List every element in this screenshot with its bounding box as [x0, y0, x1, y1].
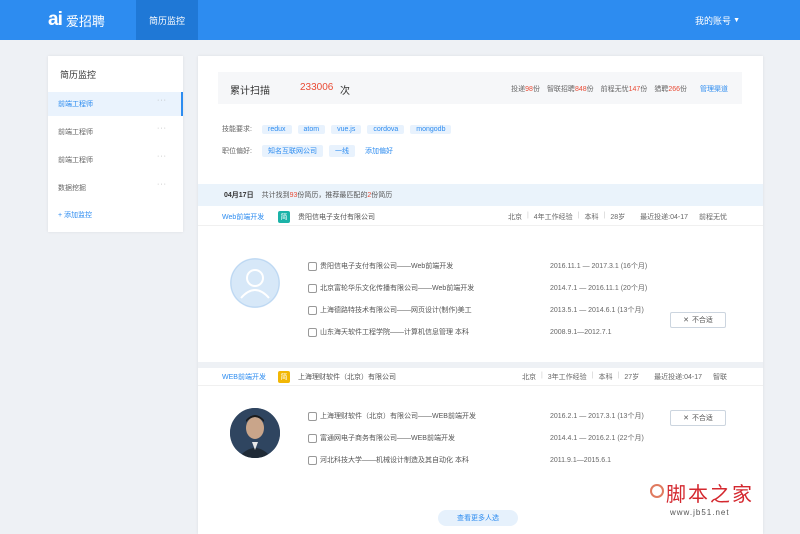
scan-total-unit: 次	[340, 86, 350, 97]
briefcase-icon	[308, 283, 317, 293]
education-period: 2008.9.1—2012.7.1	[550, 328, 612, 336]
site-watermark: 脚本之家 www.jb51.net	[648, 478, 798, 528]
resume-badge-icon: 简	[278, 211, 290, 223]
found-count: 93	[289, 191, 298, 199]
resume-header-1: Web前端开发 简 贵阳信电子支付有限公司 北京 | 4年工作经验 | 本科 | 28…	[198, 208, 763, 226]
mark-unfit-button[interactable]: ✕ 不合适	[670, 410, 726, 426]
more-icon[interactable]: ···	[157, 125, 167, 132]
education-item: 山东海天软件工程学院——计算机信息管理 本科	[308, 326, 469, 338]
watermark-ring-icon	[650, 484, 664, 498]
graduation-cap-icon	[308, 455, 317, 465]
education-item: 河北科技大学——机械设计制造及其自动化 本科	[308, 454, 469, 466]
scan-total-label: 累计扫描	[230, 86, 270, 97]
sidebar-item-label: 数据挖掘	[58, 185, 86, 192]
skill-tag[interactable]: redux	[262, 124, 292, 134]
skills-label: 技能要求:	[222, 126, 252, 133]
experience-period: 2014.4.1 — 2016.2.1 (22个月)	[550, 435, 644, 442]
sidebar-item-frontend-2[interactable]: 前端工程师 ···	[48, 120, 183, 144]
scan-summary: 累计扫描 233006 次 投递98份 智联招聘848份 前程无忧147份 猎聘…	[218, 72, 742, 104]
candidate-photo	[230, 408, 280, 458]
sidebar-item-label: 前端工程师	[58, 157, 93, 164]
briefcase-icon	[308, 305, 317, 315]
sidebar: 简历监控 前端工程师 ··· 前端工程师 ··· 前端工程师 ··· 数据挖掘 …	[48, 56, 183, 232]
experience-period: 2016.11.1 — 2017.3.1 (16个月)	[550, 263, 648, 270]
experience-period: 2016.2.1 — 2017.3.1 (13个月)	[550, 413, 644, 420]
candidate-meta: 北京 | 4年工作经验 | 本科 | 28岁 最近投递:04-17 前程无忧	[507, 211, 727, 221]
briefcase-icon	[308, 261, 317, 271]
experience-period: 2013.5.1 — 2014.6.1 (13个月)	[550, 307, 644, 314]
skills-filter: 技能要求: redux atom vue.js cordova mongodb	[222, 122, 457, 136]
mark-unfit-button[interactable]: ✕ 不合适	[670, 312, 726, 328]
tab-resume-monitor[interactable]: 简历监控	[136, 0, 198, 40]
position-tag[interactable]: 知名互联网公司	[262, 145, 323, 157]
thumbs-down-icon: ✕	[683, 317, 689, 324]
job-title-link[interactable]: WEB前端开发	[222, 372, 266, 382]
sidebar-item-label: 前端工程师	[58, 101, 93, 108]
briefcase-icon	[308, 433, 317, 443]
experience-item: 北京富轮华乐文化传播有限公司——Web前端开发	[308, 282, 474, 294]
sidebar-item-frontend-1[interactable]: 前端工程师 ···	[48, 92, 183, 116]
more-icon[interactable]: ···	[157, 181, 167, 188]
stat-zhilian: 智联招聘848份	[546, 86, 594, 93]
graduation-cap-icon	[308, 327, 317, 337]
manage-channels-link[interactable]: 管理渠道	[700, 84, 728, 94]
main-panel: 累计扫描 233006 次 投递98份 智联招聘848份 前程无忧147份 猎聘…	[198, 56, 763, 534]
thumbs-down-icon: ✕	[683, 415, 689, 422]
logo-mark: ai	[48, 9, 63, 30]
add-preference-link[interactable]: 添加偏好	[361, 145, 397, 157]
logo-text: 爱招聘	[65, 13, 105, 29]
sidebar-item-label: 前端工程师	[58, 129, 93, 136]
position-filter: 职位偏好: 知名互联网公司 一线 添加偏好	[222, 144, 403, 158]
stat-51job: 前程无忧147份	[600, 86, 648, 93]
chevron-down-icon: ▼	[733, 16, 740, 24]
position-tag[interactable]: 一线	[329, 145, 355, 157]
experience-item: 上海德路特技术有限公司——网页设计(制作)美工	[308, 304, 472, 316]
skill-tag[interactable]: atom	[297, 124, 326, 134]
resume-badge-icon: 简	[278, 371, 290, 383]
watermark-title: 脚本之家	[666, 482, 754, 506]
sidebar-item-frontend-3[interactable]: 前端工程师 ···	[48, 148, 183, 172]
sidebar-title: 简历监控	[60, 70, 97, 80]
view-more-candidates-button[interactable]: 查看更多人选	[438, 510, 518, 526]
app-logo[interactable]: ai 爱招聘	[48, 9, 105, 30]
user-silhouette-icon	[230, 258, 280, 308]
briefcase-icon	[308, 411, 317, 421]
sidebar-item-data-mining[interactable]: 数据挖掘 ···	[48, 176, 183, 200]
resume-card-1[interactable]: 贵阳信电子支付有限公司——Web前端开发 2016.11.1 — 2017.3.…	[198, 228, 763, 368]
skill-tag[interactable]: cordova	[367, 124, 405, 134]
stat-liepin: 猎聘266份	[654, 86, 687, 93]
result-date: 04月17日	[224, 192, 254, 199]
person-photo-icon	[230, 408, 280, 458]
avatar-placeholder	[230, 258, 280, 308]
watermark-url: www.jb51.net	[670, 508, 730, 517]
more-icon[interactable]: ···	[157, 97, 167, 104]
experience-item: 上海理财软件（北京）有限公司——WEB前端开发	[308, 410, 476, 422]
experience-period: 2014.7.1 — 2016.11.1 (20个月)	[550, 285, 648, 292]
experience-item: 贵阳信电子支付有限公司——Web前端开发	[308, 260, 453, 272]
job-title-link[interactable]: Web前端开发	[222, 212, 264, 222]
top-nav-bar: ai 爱招聘 简历监控 我的账号 ▼	[0, 0, 800, 40]
more-icon[interactable]: ···	[157, 153, 167, 160]
add-monitor-link[interactable]: + 添加监控	[58, 210, 92, 220]
skill-tag[interactable]: vue.js	[331, 124, 362, 134]
account-label: 我的账号	[695, 15, 732, 26]
company-name: 贵阳信电子支付有限公司	[298, 213, 375, 221]
account-menu[interactable]: 我的账号 ▼	[695, 0, 740, 40]
date-summary-strip: 04月17日 共计找到 93 份简历，推荐最匹配的 2 份简历	[198, 184, 763, 206]
positions-label: 职位偏好:	[222, 148, 252, 155]
candidate-meta: 北京 | 3年工作经验 | 本科 | 27岁 最近投递:04-17 智联	[521, 371, 727, 381]
company-name: 上海理财软件（北京）有限公司	[298, 373, 396, 381]
channel-stats: 投递98份 智联招聘848份 前程无忧147份 猎聘266份 管理渠道	[511, 84, 728, 94]
resume-header-2: WEB前端开发 简 上海理财软件（北京）有限公司 北京 | 3年工作经验 | 本科 |…	[198, 368, 763, 386]
experience-item: 富通网电子商务有限公司——WEB前端开发	[308, 432, 455, 444]
education-period: 2011.9.1—2015.6.1	[550, 456, 611, 464]
stat-delivered: 投递98份	[511, 86, 540, 93]
skill-tag[interactable]: mongodb	[410, 124, 452, 134]
scan-total-count: 233006	[300, 82, 334, 93]
